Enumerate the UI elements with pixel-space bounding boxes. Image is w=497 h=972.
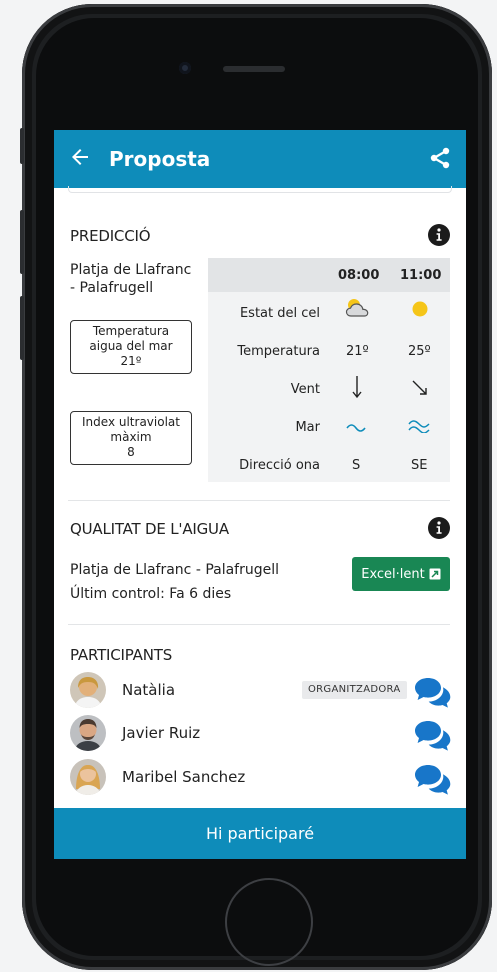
share-icon[interactable] [428,146,452,170]
wave-direction-1: S [352,458,361,473]
row-label-sea: Mar [295,420,320,435]
back-arrow-icon[interactable] [68,145,92,169]
app-bar: Proposta [54,130,466,188]
forecast-table: 08:00 11:00 Estat del cel Temperatura 21… [208,258,450,482]
uv-index-value: 8 [127,445,135,459]
organizer-badge: ORGANITZADORA [302,681,407,699]
water-quality-text: Platja de Llafranc - Palafrugell Últim c… [70,562,280,602]
row-label-sky: Estat del cel [239,306,320,321]
previous-card-edge [68,186,452,193]
avatar [70,759,106,795]
info-icon[interactable] [428,224,450,246]
excellent-quality-button[interactable]: Excel·lent [352,557,450,591]
participant-row[interactable]: Natàlia ORGANITZADORA [70,672,452,710]
water-temperature-value: 21º [120,354,142,368]
home-button[interactable] [225,878,313,966]
row-label-wind: Vent [290,382,320,397]
uv-index-label: Index ultraviolat màxim [82,415,180,444]
participant-name: Natàlia [122,681,176,699]
row-label-wave-direction: Direcció ona [239,458,320,473]
section-divider [68,500,450,501]
participant-name: Javier Ruiz [122,724,201,742]
earpiece-speaker [223,66,285,72]
temperature-value-1: 21º [346,344,369,359]
water-temperature-label: Temperatura aigua del mar [89,324,173,353]
wave-medium-icon [408,420,430,433]
app-screen: Proposta PREDICCIÓ Platja de Llafranc - … [54,130,466,859]
arrow-down-right-icon [412,380,427,395]
beach-name: Platja de Llafranc - Palafrugell [70,262,192,296]
forecast-time-2: 11:00 [400,268,442,283]
section-divider [68,624,450,625]
mute-switch [20,128,24,164]
info-icon[interactable] [428,517,450,539]
volume-down-button [20,296,24,360]
section-title-prediccio: PREDICCIÓ [70,227,151,245]
participant-row[interactable]: Javier Ruiz [70,715,452,753]
chat-icon[interactable] [414,763,452,795]
excellent-quality-label: Excel·lent [361,566,425,582]
arrow-down-icon [352,376,362,399]
temperature-value-2: 25º [408,344,431,359]
chat-icon[interactable] [414,719,452,751]
avatar [70,672,106,708]
participant-row[interactable]: Maribel Sanchez [70,759,452,797]
row-label-temperature: Temperatura [237,344,320,359]
section-title-participants: PARTICIPANTS [70,646,173,664]
front-camera [179,62,191,74]
sun-icon [412,301,428,317]
participant-name: Maribel Sanchez [122,768,246,786]
wave-small-icon [346,424,366,432]
volume-up-button [20,210,24,274]
external-link-icon [429,568,441,580]
forecast-time-1: 08:00 [338,268,380,283]
join-button[interactable]: Hi participaré [54,808,466,859]
section-title-qualitat: QUALITAT DE L'AIGUA [70,520,229,538]
page-title: Proposta [109,147,211,171]
uv-index-box: Index ultraviolat màxim 8 [70,411,192,465]
water-temperature-box: Temperatura aigua del mar 21º [70,320,192,374]
partly-cloudy-icon [345,299,369,317]
wave-direction-2: SE [411,458,428,473]
avatar [70,715,106,751]
chat-icon[interactable] [414,676,452,708]
